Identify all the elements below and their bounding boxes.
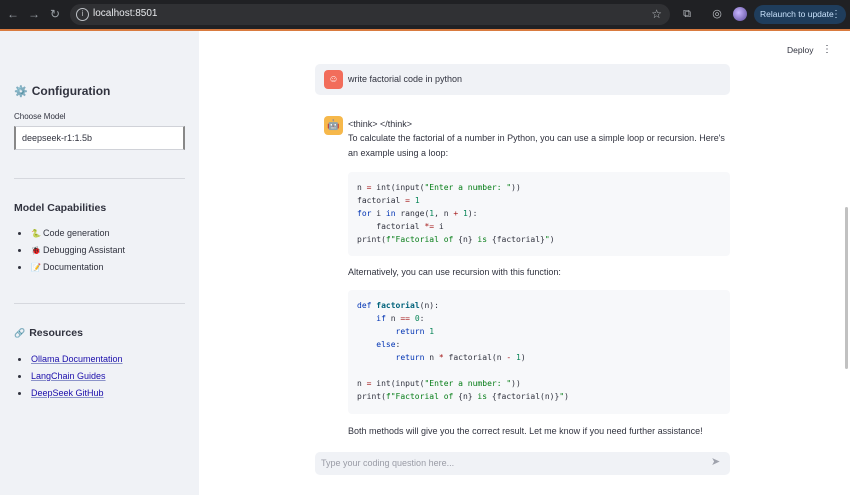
reload-icon[interactable]: ↻ <box>48 7 62 21</box>
browser-menu-icon[interactable]: ⋮ <box>831 5 841 24</box>
forward-icon[interactable]: → <box>27 7 41 21</box>
model-select-label: Choose Model <box>14 112 66 121</box>
capability-label: Debugging Assistant <box>42 245 126 255</box>
list-item: DeepSeek GitHub <box>14 385 123 402</box>
resources-title: Resources <box>29 327 83 339</box>
capabilities-list: 🐍 Code generation 🐞 Debugging Assistant 📝 D… <box>14 225 125 276</box>
address-bar[interactable]: i localhost:8501 ☆ <box>70 4 670 25</box>
media-icon[interactable]: ◎ <box>711 8 723 20</box>
model-select[interactable]: deepseek-r1:1.5b <box>14 126 185 150</box>
list-item: Ollama Documentation <box>14 351 123 368</box>
app-menu-icon[interactable]: ⋮ <box>822 44 832 55</box>
snake-icon: 🐍 <box>31 229 41 238</box>
send-icon[interactable]: ➤ <box>711 456 724 469</box>
list-item: 🐍 Code generation <box>14 225 125 242</box>
configuration-title: Configuration <box>31 84 111 98</box>
extensions-icon[interactable]: ⧉ <box>681 8 693 20</box>
list-item: LangChain Guides <box>14 368 123 385</box>
profile-avatar[interactable] <box>733 7 747 21</box>
link-icon: 🔗 <box>14 327 26 338</box>
user-message: ☺ write factorial code in python <box>315 64 730 95</box>
divider <box>14 178 185 179</box>
assistant-avatar-icon: 🤖 <box>324 116 343 135</box>
scrollbar[interactable] <box>845 207 848 369</box>
url-text: localhost:8501 <box>93 8 158 19</box>
user-avatar-icon: ☺ <box>324 70 343 89</box>
deploy-button[interactable]: Deploy <box>787 45 813 55</box>
resource-link-langchain[interactable]: LangChain Guides <box>31 371 106 381</box>
memo-icon: 📝 <box>31 263 41 272</box>
divider <box>14 303 185 304</box>
resources-list: Ollama Documentation LangChain Guides De… <box>14 351 123 402</box>
chat-input-placeholder: Type your coding question here... <box>321 458 455 468</box>
resources-heading: 🔗 Resources <box>14 327 83 339</box>
list-item: 📝 Documentation <box>14 259 125 276</box>
capability-label: Code generation <box>42 228 110 238</box>
resource-link-deepseek[interactable]: DeepSeek GitHub <box>31 388 104 398</box>
capabilities-heading: Model Capabilities <box>14 202 107 214</box>
bookmark-star-icon[interactable]: ☆ <box>651 7 662 21</box>
assistant-outro: Both methods will give you the correct r… <box>348 426 703 436</box>
bug-icon: 🐞 <box>31 246 41 255</box>
code-block-loop: n = int(input("Enter a number: ")) facto… <box>348 172 730 256</box>
assistant-middle: Alternatively, you can use recursion wit… <box>348 267 561 277</box>
think-tag-text: <think> </think> <box>348 119 413 129</box>
chat-input[interactable]: Type your coding question here... ➤ <box>315 452 730 475</box>
list-item: 🐞 Debugging Assistant <box>14 242 125 259</box>
assistant-intro: To calculate the factorial of a number i… <box>348 133 725 158</box>
site-info-icon[interactable]: i <box>76 8 89 21</box>
sidebar: ⚙️ Configuration Choose Model deepseek-r… <box>0 31 199 495</box>
back-icon[interactable]: ← <box>6 7 20 21</box>
configuration-heading: ⚙️ Configuration <box>14 84 110 98</box>
code-block-recursion: def factorial(n): if n == 0: return 1 el… <box>348 290 730 414</box>
relaunch-button[interactable]: Relaunch to update ⋮ <box>754 5 846 24</box>
relaunch-label: Relaunch to update <box>760 9 834 19</box>
gear-icon: ⚙️ <box>14 85 28 98</box>
capability-label: Documentation <box>42 262 104 272</box>
resource-link-ollama[interactable]: Ollama Documentation <box>31 354 123 364</box>
browser-toolbar: ← → ↻ i localhost:8501 ☆ ⧉ ◎ Relaunch to… <box>0 0 850 29</box>
user-message-text: write factorial code in python <box>348 74 463 84</box>
